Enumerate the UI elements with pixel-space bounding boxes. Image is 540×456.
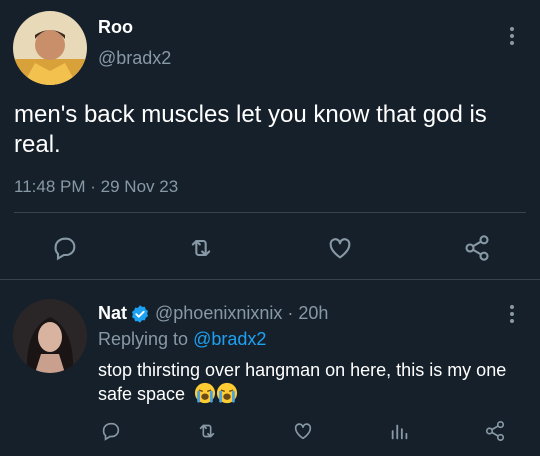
analytics-icon[interactable] <box>389 420 411 442</box>
timestamp-separator: · <box>90 177 96 196</box>
reply-header: Nat @phoenixnixnix · 20h <box>98 303 328 324</box>
tweet-time: 11:48 PM <box>14 177 86 196</box>
reply-text-block: stop thirsting over hangman on here, thi… <box>98 358 526 410</box>
avatar[interactable] <box>13 299 87 373</box>
divider <box>0 279 540 280</box>
replying-to-label: Replying to <box>98 329 189 349</box>
more-options-icon[interactable] <box>509 305 515 323</box>
like-icon[interactable] <box>326 234 354 262</box>
crying-emoji-icon <box>216 382 238 410</box>
tweet-timestamp: 11:48 PM · 29 Nov 23 <box>14 177 178 197</box>
retweet-icon[interactable] <box>196 420 218 442</box>
reply-icon[interactable] <box>100 420 122 442</box>
more-options-icon[interactable] <box>509 27 515 45</box>
header-separator: · <box>287 303 294 323</box>
tweet-text: men's back muscles let you know that god… <box>14 101 487 158</box>
author-name[interactable]: Nat <box>98 303 127 324</box>
author-handle[interactable]: @bradx2 <box>98 48 171 69</box>
author-handle[interactable]: @phoenixnixnix <box>155 303 282 324</box>
verified-badge-icon <box>130 304 150 324</box>
like-icon[interactable] <box>292 420 314 442</box>
retweet-icon[interactable] <box>187 234 215 262</box>
reply-age: 20h <box>298 303 329 323</box>
replying-to-handle[interactable]: @bradx2 <box>193 329 266 349</box>
author-name[interactable]: Roo <box>98 17 133 38</box>
avatar[interactable] <box>13 11 87 85</box>
reply-text: stop thirsting over hangman on here, thi… <box>98 360 507 404</box>
share-icon[interactable] <box>463 234 491 262</box>
crying-emoji-icon <box>194 382 216 410</box>
replying-to: Replying to @bradx2 <box>98 329 266 350</box>
tweet-date: 29 Nov 23 <box>100 177 179 196</box>
reply-icon[interactable] <box>51 234 79 262</box>
divider <box>14 212 526 213</box>
share-icon[interactable] <box>484 420 506 442</box>
